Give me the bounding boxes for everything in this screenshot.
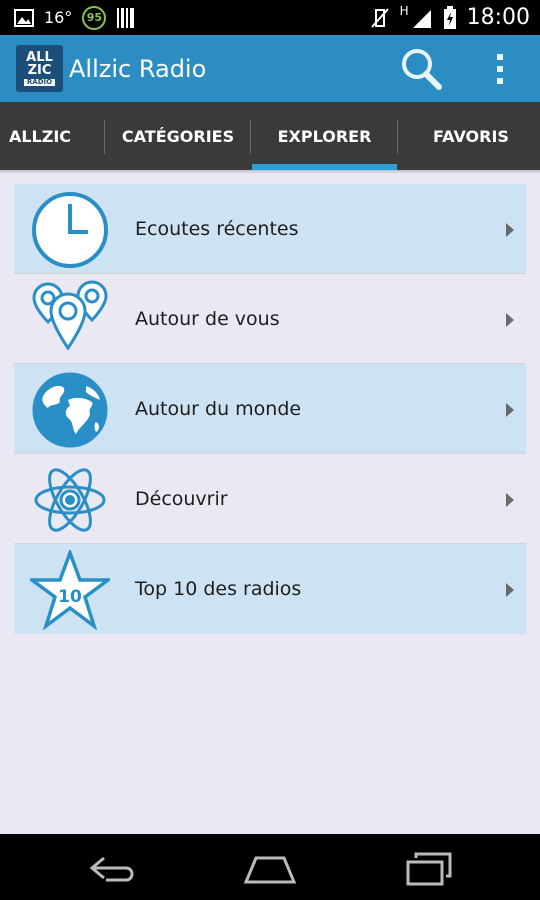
logo-text-line2: ZIC [27,63,52,78]
recent-apps-icon[interactable] [404,848,456,888]
logo-text-line3: RADIO [23,79,56,86]
list-item-top-10[interactable]: 10 Top 10 des radios [14,544,526,634]
gallery-notification-icon [14,8,34,27]
action-bar: ALL ZIC RADIO Allzic Radio [0,35,540,102]
notification-badge-icon: 95 [82,5,107,30]
list-item-label: Ecoutes récentes [135,218,299,240]
app-logo[interactable]: ALL ZIC RADIO [16,45,63,92]
clock-icon [32,192,108,268]
temperature-text: 16° [44,8,73,27]
network-type-text: H [399,4,409,18]
list-item-label: Autour de vous [135,308,280,330]
chevron-right-icon [506,313,514,327]
list-item-discover[interactable]: Découvrir [14,454,526,544]
overflow-menu-button[interactable] [486,49,514,89]
chevron-right-icon [506,583,514,597]
list-item-label: Découvrir [135,488,228,510]
explore-list: Ecoutes récentes Autour de vous Autour d… [14,184,526,634]
status-bar: 16° 95 H 18:00 [0,0,540,35]
atom-icon [34,468,106,532]
overflow-dot [497,54,503,60]
home-icon[interactable] [242,848,298,888]
battery-charging-icon [443,5,456,29]
list-item-around-the-world[interactable]: Autour du monde [14,364,526,454]
star-10-icon: 10 [30,550,110,630]
tab-bar-shadow [0,170,540,174]
chevron-right-icon [506,403,514,417]
list-item-around-you[interactable]: Autour de vous [14,274,526,364]
barcode-notification-icon [117,7,135,28]
tab-categories[interactable]: CATÉGORIES [104,102,252,170]
chevron-right-icon [506,223,514,237]
globe-icon [32,372,108,448]
location-pins-icon [32,280,108,351]
signal-icon [412,9,431,28]
list-item-label: Top 10 des radios [135,578,302,600]
tab-divider [250,120,251,154]
clock-text: 18:00 [466,5,530,30]
chevron-right-icon [506,493,514,507]
tab-bar: ALLZIC CATÉGORIES EXPLORER FAVORIS [0,102,540,170]
app-title: Allzic Radio [69,54,207,83]
overflow-dot [497,66,503,72]
list-item-label: Autour du monde [135,398,302,420]
tab-explorer[interactable]: EXPLORER [252,102,397,170]
vibrate-off-icon [370,7,389,28]
system-navigation-bar [0,834,540,900]
tab-allzic[interactable]: ALLZIC [0,102,100,170]
tab-favoris[interactable]: FAVORIS [397,102,540,170]
back-icon[interactable] [86,848,140,888]
star-icon-text: 10 [58,587,82,607]
search-button[interactable] [398,46,444,92]
search-icon [402,49,442,90]
overflow-dot [497,78,503,84]
list-item-recent-listens[interactable]: Ecoutes récentes [14,184,526,274]
